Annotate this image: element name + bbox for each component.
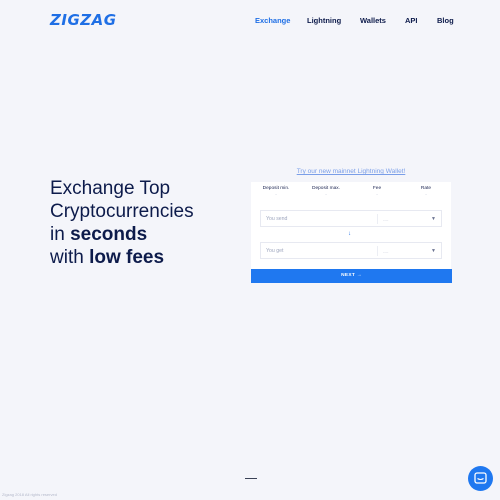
hero-line-2: Cryptocurrencies	[50, 201, 194, 222]
stat-value: -	[275, 191, 277, 196]
field-divider	[377, 246, 378, 256]
send-currency-select[interactable]: ----	[383, 217, 388, 222]
send-amount-label: You send	[266, 216, 288, 222]
chat-launcher-button[interactable]	[468, 466, 493, 491]
hero-headline: Exchange Top Cryptocurrencies in seconds…	[50, 177, 250, 269]
exchange-widget: Deposit min. - Deposit max. - Fee - Rate…	[251, 182, 451, 270]
field-divider	[377, 214, 378, 224]
hero-line-4-prefix: with	[50, 247, 90, 268]
next-button[interactable]: NEXT →	[251, 269, 452, 283]
receive-currency-select[interactable]: ----	[383, 249, 388, 254]
hero-line-3-prefix: in	[50, 224, 71, 245]
stat-rate: Rate -	[419, 186, 433, 196]
receive-amount-label: You get	[266, 248, 284, 254]
nav-item-lightning[interactable]: Lightning	[307, 16, 341, 25]
hero-line-4-emphasis: low fees	[89, 247, 165, 268]
stat-fee: Fee -	[370, 186, 384, 196]
stat-deposit-min: Deposit min. -	[261, 186, 291, 196]
chevron-down-icon[interactable]: ▼	[431, 248, 436, 254]
scroll-indicator	[245, 478, 257, 479]
stat-value: -	[425, 191, 427, 196]
nav-item-exchange[interactable]: Exchange	[255, 16, 290, 25]
hero-line-3: in seconds	[50, 223, 250, 246]
hero-line-3-emphasis: seconds	[70, 224, 148, 245]
nav-item-blog[interactable]: Blog	[437, 16, 454, 25]
rate-stats: Deposit min. - Deposit max. - Fee - Rate…	[251, 186, 451, 198]
header: ZIGZAG Exchange Lightning Wallets API Bl…	[0, 0, 500, 40]
receive-amount-field[interactable]: You get ---- ▼	[260, 242, 442, 259]
stat-deposit-max: Deposit max. -	[310, 186, 342, 196]
hero-line-4: with low fees	[50, 246, 250, 269]
nav-item-api[interactable]: API	[405, 16, 418, 25]
chevron-down-icon[interactable]: ▼	[431, 216, 436, 222]
main-nav: Exchange Lightning Wallets API Blog	[0, 16, 500, 28]
send-amount-field[interactable]: You send ---- ▼	[260, 210, 442, 227]
stat-value: -	[325, 191, 327, 196]
stat-value: -	[376, 191, 378, 196]
arrow-down-icon: ↓	[348, 231, 351, 237]
hero-line-1: Exchange Top	[50, 178, 171, 199]
lightning-wallet-promo-link[interactable]: Try our new mainnet Lightning Wallet!	[250, 168, 452, 175]
copyright-text: Zigzag 2018 All rights reserved	[2, 492, 57, 497]
nav-item-wallets[interactable]: Wallets	[360, 16, 386, 25]
